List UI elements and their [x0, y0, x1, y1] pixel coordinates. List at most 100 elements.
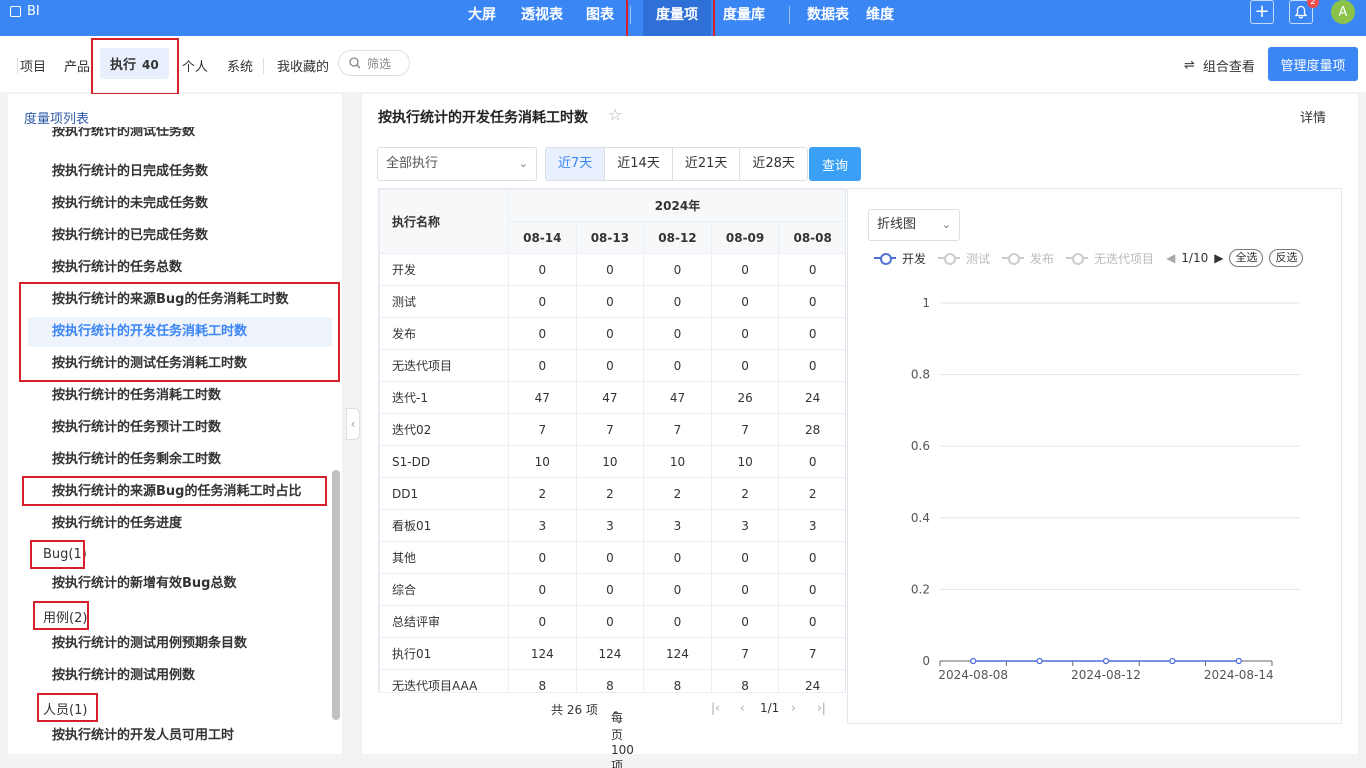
metric-item[interactable]: 按执行统计的任务消耗工时数: [28, 381, 332, 411]
value-cell: 0: [575, 605, 645, 638]
metric-item[interactable]: 按执行统计的任务预计工时数: [28, 413, 332, 443]
value-cell: 10: [643, 445, 712, 478]
prev-page-icon[interactable]: ‹: [740, 701, 745, 715]
nav-item-metrics[interactable]: 度量项: [643, 0, 711, 36]
chart-panel: 折线图 ⌄ 开发 测试 发布 无迭代项目 ◀ 1/10 ▶ 全选 反选 0 0.2…: [847, 188, 1342, 724]
plus-icon: +: [1254, 1, 1270, 22]
value-cell: 124: [508, 637, 577, 670]
nav-item-dashboard[interactable]: 大屏: [462, 0, 502, 36]
first-page-icon[interactable]: |‹: [711, 701, 720, 715]
next-page-icon[interactable]: ›: [791, 701, 796, 715]
nav-item-metric-library[interactable]: 度量库: [711, 0, 777, 36]
detail-link[interactable]: 详情: [1300, 107, 1326, 126]
tab-execution[interactable]: 执行 40: [100, 48, 169, 79]
select-all-button[interactable]: 全选: [1229, 249, 1264, 267]
chevron-down-icon: ⌄: [518, 157, 528, 170]
legend-next-icon[interactable]: ▶: [1214, 251, 1223, 265]
invert-selection-button[interactable]: 反选: [1269, 249, 1304, 267]
combo-view-label: 组合查看: [1202, 60, 1255, 75]
table-row: 迭代02 7 7 7 7 28: [379, 413, 845, 446]
value-cell: 0: [575, 253, 645, 286]
query-button[interactable]: 查询: [809, 147, 861, 181]
y-tick-label: 0.8: [911, 368, 930, 382]
value-cell: 124: [643, 637, 712, 670]
legend-item[interactable]: 发布: [1002, 250, 1054, 267]
chart-type-select[interactable]: 折线图 ⌄: [868, 209, 960, 241]
range-14-days[interactable]: 近14天: [605, 148, 673, 180]
tab-favorites[interactable]: 我收藏的: [277, 56, 329, 75]
value-cell: 3: [575, 509, 645, 542]
group-bug[interactable]: Bug(1): [43, 547, 87, 562]
value-cell: 7: [508, 413, 577, 446]
value-cell: 0: [710, 605, 780, 638]
metric-item[interactable]: 按执行统计的来源Bug的任务消耗工时数: [28, 285, 332, 315]
last-page-icon[interactable]: ›|: [817, 701, 826, 715]
table-row: 其他 0 0 0 0 0: [379, 541, 845, 574]
column-header-date: 08-12: [643, 221, 712, 254]
metric-item[interactable]: 按执行统计的开发人员可用工时: [28, 721, 332, 751]
combo-view-button[interactable]: ⇌ 组合查看: [1184, 56, 1255, 75]
table-row: 测试 0 0 0 0 0: [379, 285, 845, 318]
swap-icon: ⇌: [1184, 58, 1195, 73]
range-7-days[interactable]: 近7天: [546, 148, 606, 180]
row-name-cell: DD1: [379, 477, 509, 510]
avatar[interactable]: A: [1331, 0, 1355, 24]
search-icon: [349, 57, 361, 69]
collapse-sidebar-button[interactable]: ‹: [346, 408, 360, 440]
tab-product[interactable]: 产品: [64, 56, 90, 75]
value-cell: 0: [710, 573, 780, 606]
metric-item[interactable]: 按执行统计的已完成任务数: [28, 221, 332, 251]
tab-personal[interactable]: 个人: [182, 56, 208, 75]
metric-title: 按执行统计的开发任务消耗工时数: [378, 110, 588, 126]
metric-item[interactable]: 按执行统计的测试任务消耗工时数: [28, 349, 332, 379]
brand[interactable]: BI: [10, 4, 40, 19]
group-personnel[interactable]: 人员(1): [43, 699, 87, 718]
add-button[interactable]: +: [1250, 0, 1274, 24]
nav-item-dimension[interactable]: 维度: [854, 0, 906, 36]
metric-item[interactable]: 按执行统计的任务剩余工时数: [28, 445, 332, 475]
group-testcase[interactable]: 用例(2): [43, 607, 87, 626]
data-table: 执行名称 2024年 08-14 08-13 08-12 08-09 08-08…: [378, 188, 846, 724]
value-cell: 0: [710, 253, 780, 286]
value-cell: 3: [643, 509, 712, 542]
legend-label: 测试: [966, 251, 991, 266]
value-cell: 0: [575, 573, 645, 606]
metric-item[interactable]: 按执行统计的任务总数: [28, 253, 332, 283]
nav-item-pivot[interactable]: 透视表: [502, 0, 582, 36]
value-cell: 0: [643, 573, 712, 606]
legend-prev-icon[interactable]: ◀: [1166, 251, 1175, 265]
metric-item-selected[interactable]: 按执行统计的开发任务消耗工时数: [28, 317, 332, 347]
tab-system[interactable]: 系统: [227, 56, 253, 75]
metric-item[interactable]: 按执行统计的来源Bug的任务消耗工时占比: [28, 477, 332, 507]
legend-item[interactable]: 测试: [938, 250, 990, 267]
nav-item-datatable[interactable]: 数据表: [802, 0, 854, 36]
tab-project[interactable]: 项目: [20, 56, 46, 75]
value-cell: 10: [508, 445, 577, 478]
manage-metrics-button[interactable]: 管理度量项: [1268, 47, 1358, 81]
column-header-name: 执行名称: [379, 189, 509, 254]
execution-select[interactable]: 全部执行 ⌄: [377, 147, 537, 181]
metric-item[interactable]: 按执行统计的测试用例预期条目数: [28, 629, 332, 659]
legend-marker-icon: [938, 253, 961, 265]
filter-input[interactable]: 筛选: [338, 50, 410, 76]
range-28-days[interactable]: 近28天: [740, 148, 807, 180]
metric-item[interactable]: 按执行统计的测试用例数: [28, 661, 332, 691]
star-icon[interactable]: ☆: [608, 105, 622, 124]
legend-item[interactable]: 无迭代项目: [1066, 250, 1154, 267]
nav-item-chart[interactable]: 图表: [582, 0, 618, 36]
value-cell: 0: [778, 349, 845, 382]
legend-marker-icon: [1002, 253, 1025, 265]
range-21-days[interactable]: 近21天: [673, 148, 741, 180]
metric-item[interactable]: 按执行统计的日完成任务数: [28, 157, 332, 187]
scrollbar[interactable]: [332, 470, 340, 720]
metric-item[interactable]: 按执行统计的新增有效Bug总数: [28, 569, 332, 599]
legend-label: 无迭代项目: [1094, 251, 1155, 266]
metric-item[interactable]: 按执行统计的任务进度: [28, 509, 332, 539]
value-cell: 0: [778, 445, 845, 478]
metric-item[interactable]: 按执行统计的未完成任务数: [28, 189, 332, 219]
row-name-cell: 总结评审: [379, 605, 509, 638]
row-name-cell: 综合: [379, 573, 509, 606]
legend-item[interactable]: 开发: [874, 250, 926, 267]
value-cell: 10: [710, 445, 780, 478]
metric-item[interactable]: 按执行统计的测试任务数: [28, 127, 332, 147]
